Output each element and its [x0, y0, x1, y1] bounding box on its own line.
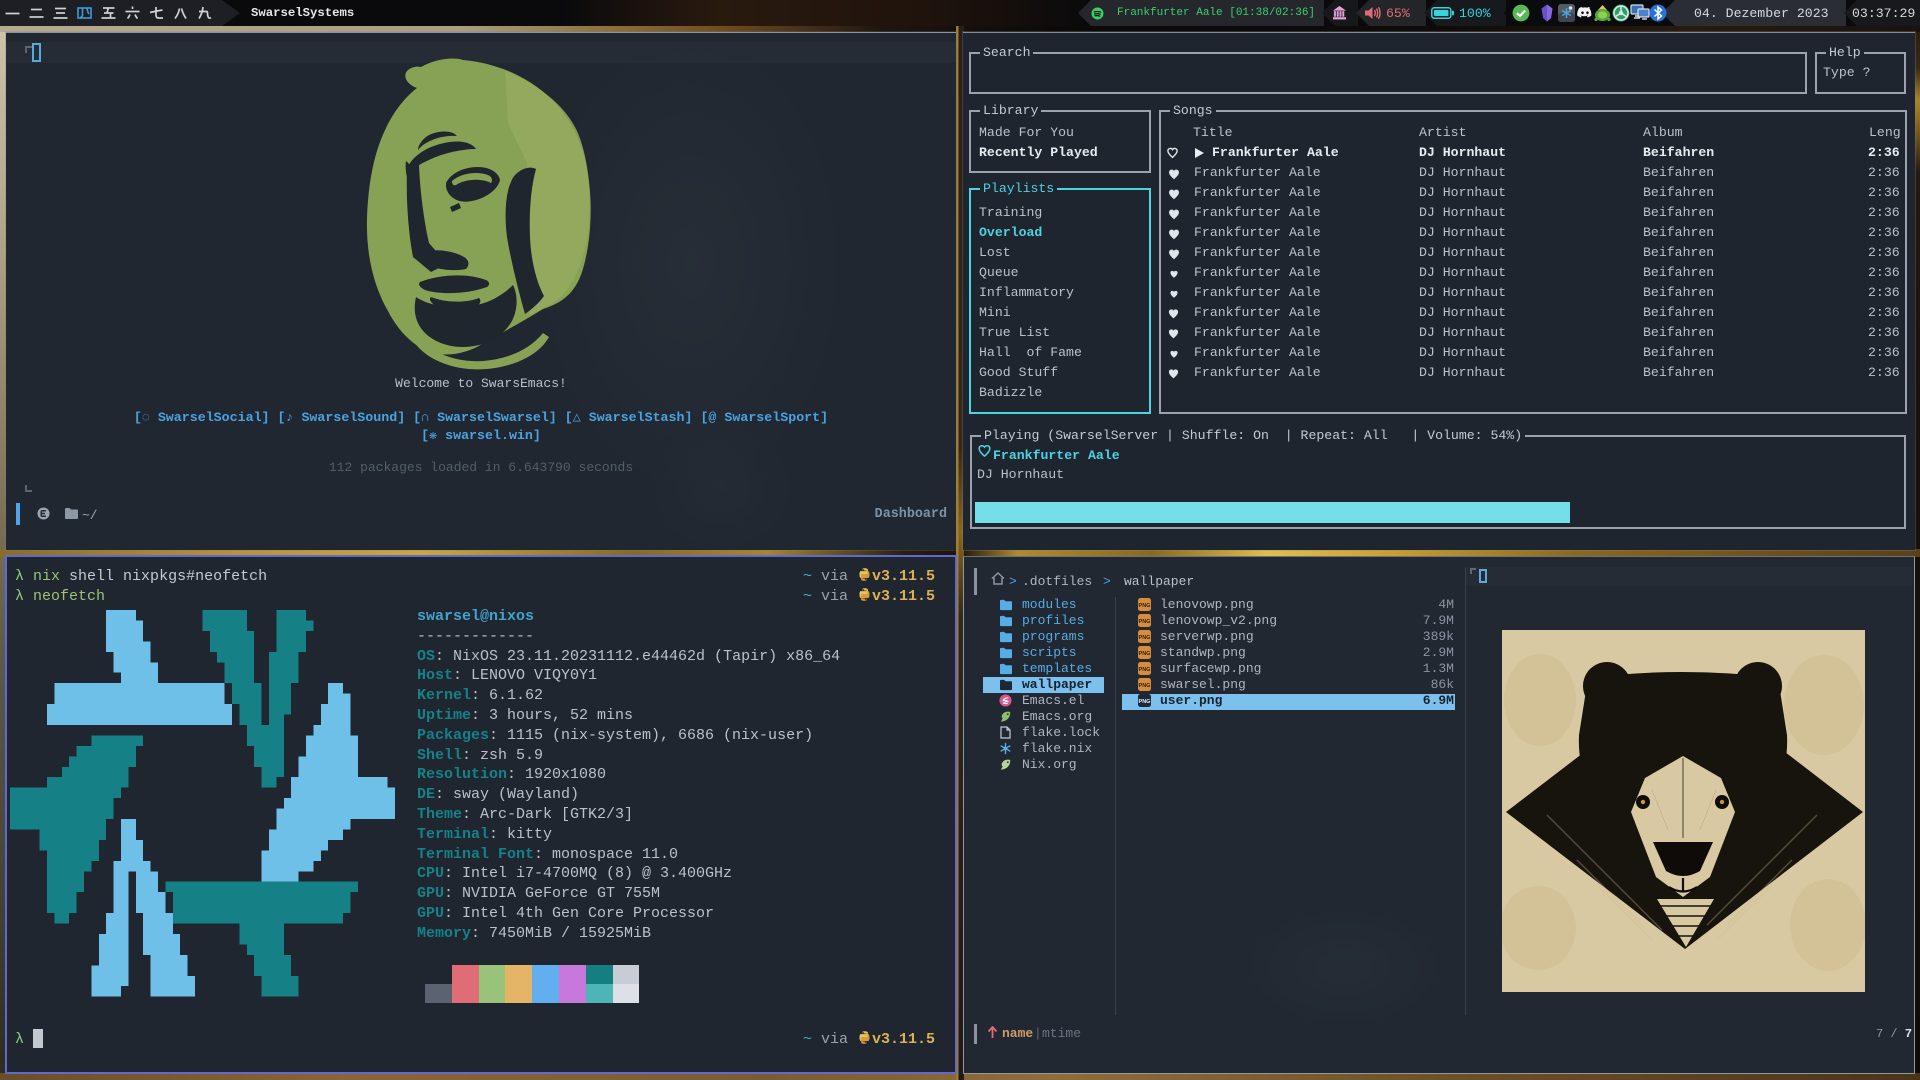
svg-text:PNG: PNG — [1139, 683, 1151, 689]
svg-text:PNG: PNG — [1139, 635, 1151, 641]
svg-text:PNG: PNG — [1139, 603, 1151, 609]
svg-text:PNG: PNG — [1139, 667, 1151, 673]
svg-text:PNG: PNG — [1139, 651, 1151, 657]
svg-text:PNG: PNG — [1139, 619, 1151, 625]
svg-text:PNG: PNG — [1139, 699, 1151, 705]
